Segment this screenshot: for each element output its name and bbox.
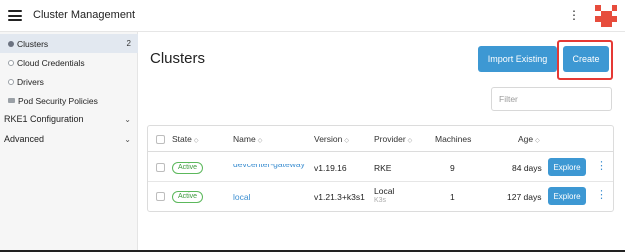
app-title: Cluster Management — [33, 9, 136, 21]
column-header-state[interactable]: State ◇ — [172, 134, 198, 144]
cluster-version: v1.19.16 — [314, 163, 347, 173]
table-row: Active devcenter-gateway v1.19.16 RKE 9 … — [148, 153, 613, 182]
sidebar-item-clusters[interactable]: Clusters 2 — [0, 34, 138, 53]
circle-outline-icon — [8, 59, 14, 66]
import-existing-button[interactable]: Import Existing — [478, 46, 557, 72]
sidebar-item-label: Drivers — [17, 76, 44, 87]
column-header-name[interactable]: Name ◇ — [233, 134, 262, 144]
cluster-name-link[interactable]: devcenter-gateway — [233, 164, 308, 170]
table-row: Active local v1.21.3+k3s1 Local K3s 1 12… — [148, 182, 613, 211]
vertical-ellipsis-icon[interactable]: ⋮ — [568, 8, 580, 22]
count-badge: 2 — [126, 39, 131, 48]
circle-filled-icon — [8, 40, 14, 47]
status-badge: Active — [172, 162, 204, 174]
sort-icon: ◇ — [193, 138, 199, 144]
sidebar-item-label: Pod Security Policies — [18, 95, 98, 106]
create-button[interactable]: Create — [563, 46, 609, 72]
sidebar: Clusters 2 Cloud Credentials Drivers Pod… — [0, 32, 138, 252]
sidebar-item-pod-security-policies[interactable]: Pod Security Policies — [0, 91, 138, 110]
sidebar-item-cloud-credentials[interactable]: Cloud Credentials — [0, 53, 138, 72]
column-header-age[interactable]: Age ◇ — [518, 134, 540, 144]
folder-icon — [8, 98, 15, 103]
sort-icon: ◇ — [535, 138, 540, 144]
chevron-down-icon: ⌄ — [124, 114, 131, 124]
row-checkbox[interactable] — [156, 192, 165, 201]
cluster-version: v1.21.3+k3s1 — [314, 192, 365, 202]
cluster-machines: 9 — [450, 163, 455, 173]
column-header-version[interactable]: Version ◇ — [314, 134, 349, 144]
status-badge: Active — [172, 191, 204, 203]
avatar-pixel — [611, 21, 617, 27]
sidebar-group-label: RKE1 Configuration — [4, 114, 84, 124]
column-header-provider[interactable]: Provider ◇ — [374, 134, 412, 144]
page-title: Clusters — [150, 50, 206, 67]
table-header: State ◇ Name ◇ Version ◇ Provider ◇ Machines… — [148, 126, 613, 152]
row-checkbox[interactable] — [156, 163, 165, 172]
sort-icon: ◇ — [344, 138, 349, 144]
hamburger-icon[interactable] — [8, 10, 22, 21]
sort-icon: ◇ — [257, 138, 263, 144]
explore-button[interactable]: Explore — [548, 158, 586, 176]
clusters-table: State ◇ Name ◇ Version ◇ Provider ◇ Machines… — [147, 125, 614, 212]
sidebar-item-label: Cloud Credentials — [17, 57, 85, 68]
circle-outline-icon — [8, 78, 14, 85]
cluster-provider: Local — [374, 186, 395, 196]
cluster-age: 84 days — [512, 163, 542, 173]
sidebar-group-advanced[interactable]: Advanced ⌄ — [0, 130, 138, 148]
sidebar-group-label: Advanced — [4, 134, 45, 144]
sidebar-item-drivers[interactable]: Drivers — [0, 72, 138, 91]
chevron-down-icon: ⌄ — [124, 134, 131, 144]
avatar[interactable] — [595, 5, 617, 27]
sidebar-group-rke1-configuration[interactable]: RKE1 Configuration ⌄ — [0, 110, 138, 128]
top-header: Cluster Management ⋮ — [0, 0, 625, 32]
cluster-name-link[interactable]: local — [233, 192, 250, 202]
cluster-machines: 1 — [450, 192, 455, 202]
cluster-provider: RKE — [374, 163, 392, 173]
filter-input[interactable] — [491, 87, 612, 111]
explore-button[interactable]: Explore — [548, 187, 586, 205]
cluster-provider-distro: K3s — [374, 197, 387, 204]
cluster-age: 127 days — [507, 192, 542, 202]
row-actions-icon[interactable]: ⋮ — [596, 159, 607, 173]
sidebar-item-label: Clusters — [17, 38, 49, 49]
sort-icon: ◇ — [407, 138, 413, 144]
row-actions-icon[interactable]: ⋮ — [596, 188, 607, 202]
column-header-machines: Machines — [435, 134, 472, 144]
select-all-checkbox[interactable] — [156, 135, 165, 144]
